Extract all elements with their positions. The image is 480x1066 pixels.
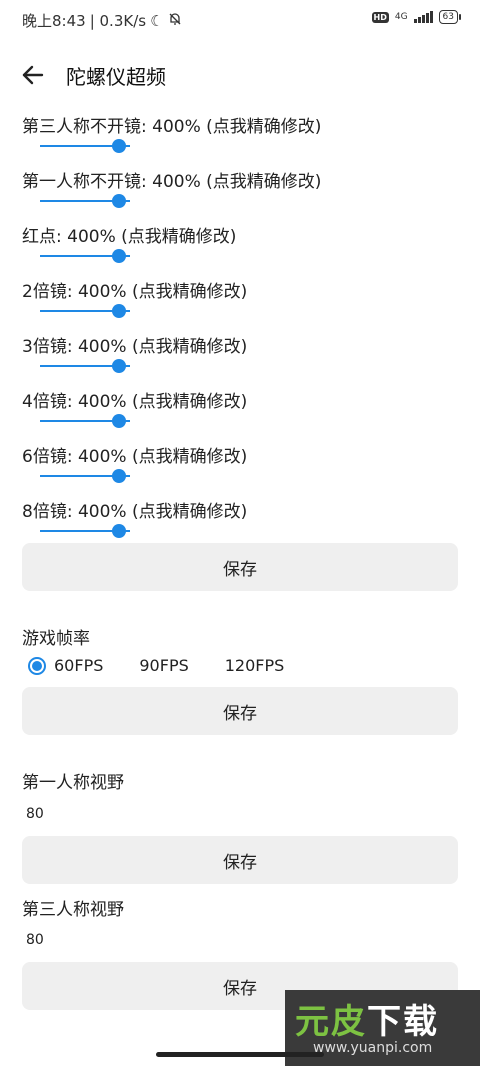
watermark-char-a: 元	[295, 1002, 331, 1042]
slider-2x[interactable]	[40, 303, 130, 319]
slider-thumb[interactable]	[112, 469, 126, 483]
save-button-sensitivity[interactable]: 保存	[22, 543, 458, 591]
gesture-nav-bar[interactable]	[156, 1052, 324, 1057]
fps-radio-group: 60FPS 90FPS 120FPS	[28, 656, 320, 675]
slider-6x[interactable]	[40, 468, 130, 484]
slider-label-first-person[interactable]: 第一人称不开镜: 400% (点我精确修改)	[22, 167, 321, 192]
fov-third-value[interactable]: 80	[26, 932, 44, 948]
fps-section-label: 游戏帧率	[22, 629, 90, 649]
slider-label-3x[interactable]: 3倍镜: 400% (点我精确修改)	[22, 332, 247, 357]
watermark-char-b: 皮	[331, 1002, 367, 1042]
radio-60fps-label[interactable]: 60FPS	[54, 656, 103, 675]
bell-off-icon	[168, 12, 182, 30]
slider-third-person[interactable]	[40, 138, 130, 154]
battery-icon: 63	[438, 10, 462, 24]
slider-4x[interactable]	[40, 413, 130, 429]
slider-3x[interactable]	[40, 358, 130, 374]
slider-first-person[interactable]	[40, 193, 130, 209]
slider-thumb[interactable]	[112, 304, 126, 318]
radio-90fps[interactable]: 90FPS	[139, 656, 188, 675]
slider-thumb[interactable]	[112, 359, 126, 373]
radio-90fps-label[interactable]: 90FPS	[139, 656, 188, 675]
slider-8x[interactable]	[40, 523, 130, 539]
slider-thumb[interactable]	[112, 414, 126, 428]
watermark-brand: 元皮下载	[295, 994, 439, 1043]
slider-red-dot[interactable]	[40, 248, 130, 264]
hd-icon: HD	[371, 11, 389, 23]
radio-selected-icon[interactable]	[28, 656, 46, 675]
moon-icon: ☾	[150, 11, 164, 30]
slider-label-6x[interactable]: 6倍镜: 400% (点我精确修改)	[22, 442, 247, 467]
page-title: 陀螺仪超频	[66, 64, 166, 89]
radio-60fps[interactable]: 60FPS	[28, 656, 103, 675]
signal-icon	[413, 11, 433, 23]
save-button-fov-first[interactable]: 保存	[22, 836, 458, 884]
status-speed: | 0.3K/s	[89, 11, 147, 30]
fov-first-value[interactable]: 80	[26, 806, 44, 822]
status-right: HD 4G 63	[371, 10, 462, 24]
status-left: 晚上8:43 | 0.3K/s ☾	[22, 10, 182, 31]
slider-label-4x[interactable]: 4倍镜: 400% (点我精确修改)	[22, 387, 247, 412]
slider-label-8x[interactable]: 8倍镜: 400% (点我精确修改)	[22, 497, 247, 522]
slider-label-2x[interactable]: 2倍镜: 400% (点我精确修改)	[22, 277, 247, 302]
slider-thumb[interactable]	[112, 139, 126, 153]
slider-label-red-dot[interactable]: 红点: 400% (点我精确修改)	[22, 222, 236, 247]
slider-thumb[interactable]	[112, 524, 126, 538]
status-time: 晚上8:43	[22, 12, 86, 30]
status-bar: 晚上8:43 | 0.3K/s ☾ HD 4G 63	[0, 0, 480, 40]
save-button-fps[interactable]: 保存	[22, 687, 458, 735]
app-header: 陀螺仪超频	[0, 50, 480, 100]
radio-120fps[interactable]: 120FPS	[225, 656, 285, 675]
fov-first-label: 第一人称视野	[22, 773, 124, 793]
slider-label-third-person[interactable]: 第三人称不开镜: 400% (点我精确修改)	[22, 112, 321, 137]
slider-thumb[interactable]	[112, 194, 126, 208]
network-label: 4G	[394, 12, 408, 22]
slider-thumb[interactable]	[112, 249, 126, 263]
watermark-char-c: 下载	[367, 1002, 439, 1042]
fov-third-label: 第三人称视野	[22, 900, 124, 920]
watermark-url: www.yuanpi.com	[313, 1040, 433, 1056]
radio-120fps-label[interactable]: 120FPS	[225, 656, 285, 675]
back-arrow-icon[interactable]	[20, 62, 46, 88]
